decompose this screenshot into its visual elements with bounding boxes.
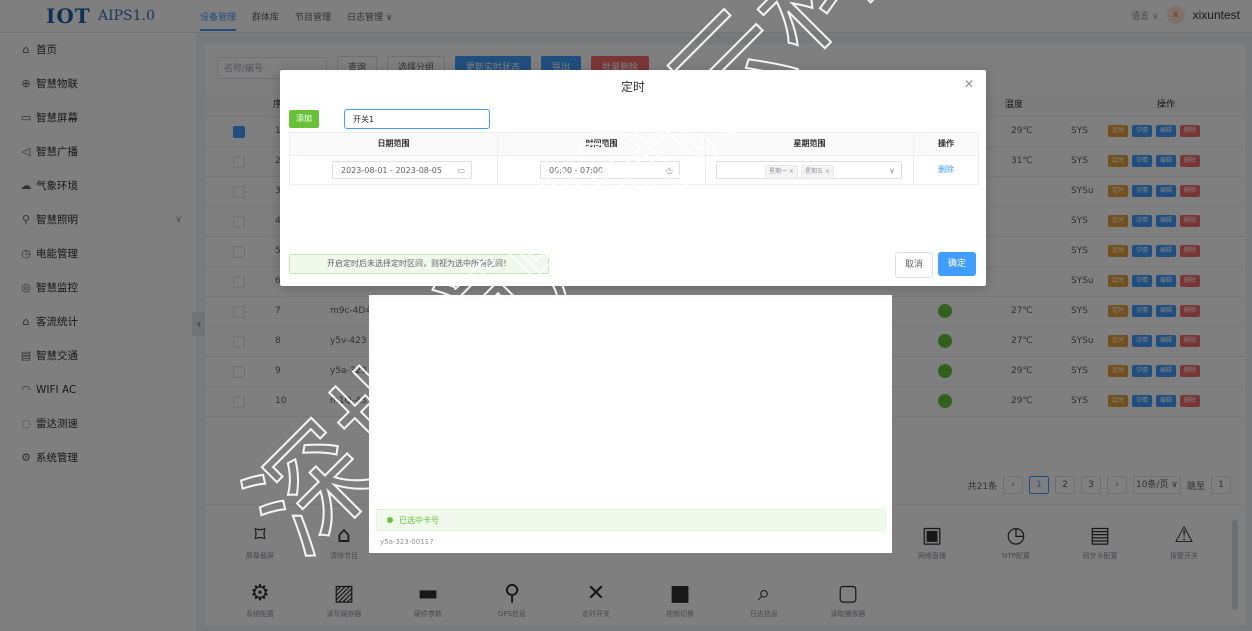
timer-name-input[interactable]: 开关1 [344,109,490,129]
delete-row-link[interactable]: 删除 [914,156,978,184]
col-time: 时间范围 [498,133,706,155]
week-tag-label: 星期一 [769,168,788,175]
week-tag[interactable]: 星期一 × [765,165,798,179]
time-range-picker[interactable]: 00:00 - 07:00 ◷ [540,161,680,179]
date-cell: 2023-08-01 - 2023-08-05 ▭ [290,156,498,184]
date-range-picker[interactable]: 2023-08-01 - 2023-08-05 ▭ [332,161,472,179]
week-tag-label: 星期五 [804,168,823,175]
week-tag[interactable]: 星期五 × [800,165,834,179]
selected-card-box: 已选中卡号 [376,509,886,531]
add-button[interactable]: 添加 [289,110,319,128]
status-dot-icon [387,517,393,523]
col-op: 操作 [938,139,954,148]
op-cell: 删除 [914,156,978,184]
clock-icon: ◷ [666,166,673,175]
time-range-value: 00:00 - 07:00 [549,166,604,175]
timer-row: 2023-08-01 - 2023-08-05 ▭ 00:00 - 07:00 … [290,156,978,184]
calendar-icon: ▭ [457,166,465,175]
chevron-down-icon: ∨ [889,166,895,175]
time-cell: 00:00 - 07:00 ◷ [498,156,706,184]
date-range-value: 2023-08-01 - 2023-08-05 [341,166,442,175]
confirm-button[interactable]: 确定 [938,252,976,276]
cancel-button[interactable]: 取消 [895,252,933,278]
week-cell: 星期一 × 星期五 × ∨ [706,156,914,184]
col-week: 星期范围 [706,133,914,155]
week-select[interactable]: 星期一 × 星期五 × ∨ [716,161,902,179]
timer-table-header: 日期范围 时间范围 星期范围 操作 [290,133,978,156]
close-icon[interactable]: ✕ [964,77,974,91]
timer-table: 日期范围 时间范围 星期范围 操作 2023-08-01 - 2023-08-0… [289,132,979,185]
timer-tip: 开启定时后未选择定时区间，则视为选中所有区间！ [289,254,549,274]
col-date: 日期范围 [290,133,498,155]
dialog-title: 定时 [620,80,645,94]
selected-card-id: y5a-323-00117 [380,538,434,546]
selected-label: 已选中卡号 [399,516,439,525]
timer-dialog: 定时 ✕ 添加 开关1 日期范围 时间范围 星期范围 操作 2023-08-01… [280,70,986,286]
